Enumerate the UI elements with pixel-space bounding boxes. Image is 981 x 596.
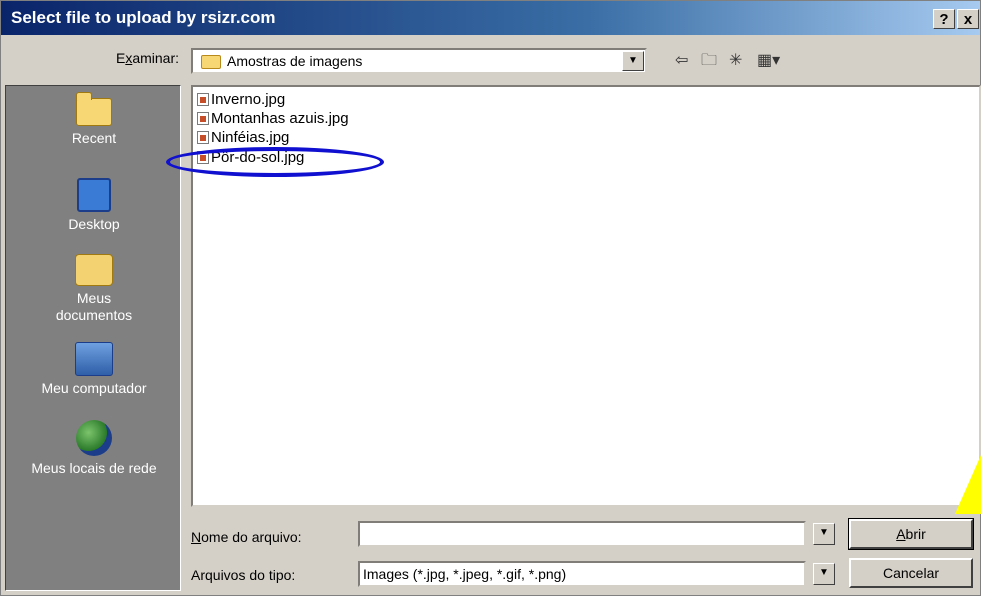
- place-label: Desktop: [68, 216, 120, 232]
- image-file-icon: [197, 131, 209, 144]
- filetype-select[interactable]: Images (*.jpg, *.jpeg, *.gif, *.png): [358, 561, 806, 587]
- look-in-label: Examinar:: [115, 50, 179, 66]
- title-bar[interactable]: Select file to upload by rsizr.com ? x: [1, 1, 980, 35]
- window-title: Select file to upload by rsizr.com: [11, 8, 276, 27]
- place-desktop[interactable]: Desktop: [6, 178, 182, 233]
- new-folder-icon[interactable]: ✳: [729, 51, 742, 71]
- list-item[interactable]: Ninféias.jpg: [197, 128, 289, 147]
- my-documents-icon: [75, 254, 113, 286]
- place-recent[interactable]: Recent: [6, 92, 182, 147]
- filetype-label: Arquivos do tipo:: [191, 567, 296, 583]
- folder-icon: [201, 55, 221, 69]
- filename-input[interactable]: [358, 521, 806, 547]
- views-menu-icon[interactable]: ▦▾: [757, 51, 780, 71]
- back-arrow-icon[interactable]: ⇦: [675, 51, 688, 71]
- file-upload-dialog: Select file to upload by rsizr.com ? x E…: [0, 0, 981, 596]
- filename-label: Nome do arquivo:: [191, 529, 302, 545]
- list-item[interactable]: Montanhas azuis.jpg: [197, 109, 349, 128]
- chevron-down-icon[interactable]: ▼: [813, 563, 835, 585]
- image-file-icon: [197, 112, 209, 125]
- place-label: Recent: [71, 130, 117, 146]
- annotation-ellipse: [166, 147, 384, 177]
- list-item[interactable]: Inverno.jpg: [197, 90, 285, 109]
- place-label: Meus documentos: [55, 290, 133, 323]
- places-bar: Recent Desktop Meus documentos Meu compu…: [5, 85, 181, 591]
- network-places-icon: [76, 420, 112, 456]
- help-button[interactable]: ?: [933, 9, 955, 29]
- up-folder-icon[interactable]: 🗀: [701, 51, 717, 71]
- chevron-down-icon[interactable]: ▼: [622, 51, 644, 71]
- place-my-computer[interactable]: Meu computador: [6, 342, 182, 397]
- place-label: Meus locais de rede: [31, 460, 157, 476]
- look-in-combo[interactable]: Amostras de imagens ▼: [191, 48, 647, 74]
- place-network[interactable]: Meus locais de rede: [6, 420, 182, 477]
- cancel-button[interactable]: Cancelar: [849, 558, 973, 588]
- look-in-value: Amostras de imagens: [227, 53, 363, 69]
- close-button[interactable]: x: [957, 9, 979, 29]
- place-my-documents[interactable]: Meus documentos: [6, 254, 182, 324]
- desktop-icon: [77, 178, 111, 212]
- my-computer-icon: [75, 342, 113, 376]
- recent-folder-icon: [76, 92, 112, 126]
- open-button[interactable]: Abrir: [848, 518, 974, 550]
- place-label: Meu computador: [41, 380, 147, 396]
- chevron-down-icon[interactable]: ▼: [813, 523, 835, 545]
- annotation-triangle: [955, 446, 981, 514]
- image-file-icon: [197, 93, 209, 106]
